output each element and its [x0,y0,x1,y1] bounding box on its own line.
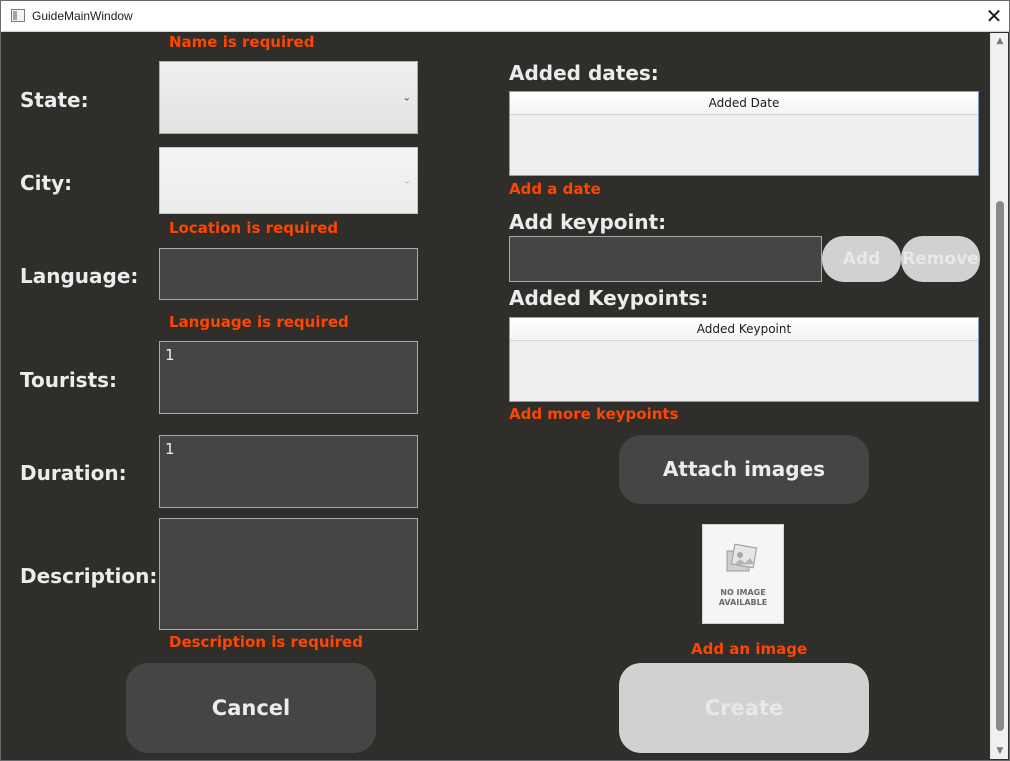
window-icon [11,9,25,22]
guide-main-window: GuideMainWindow ✕ Name is required State… [0,0,1010,761]
location-required-error: Location is required [169,219,339,237]
language-required-error: Language is required [169,313,349,331]
cancel-button[interactable]: Cancel [126,663,376,753]
added-keypoint-column-header[interactable]: Added Keypoint [510,318,978,341]
duration-label: Duration: [20,461,127,485]
image-preview: NO IMAGE AVAILABLE [702,524,784,624]
chevron-down-icon: ⌄ [402,92,411,103]
language-input[interactable] [159,248,418,300]
no-image-text: NO IMAGE AVAILABLE [703,588,783,608]
state-combobox[interactable]: ⌄ [159,61,418,134]
title-bar[interactable]: GuideMainWindow ✕ [1,1,1009,32]
added-dates-title: Added dates: [509,61,659,85]
close-icon[interactable]: ✕ [979,1,1009,31]
description-input[interactable] [159,518,418,630]
added-date-column-header[interactable]: Added Date [510,92,978,115]
no-image-text-line2: AVAILABLE [718,598,768,607]
add-date-error: Add a date [509,180,601,198]
description-required-error: Description is required [169,633,363,651]
added-dates-grid[interactable]: Added Date [509,91,979,176]
add-keypoint-button[interactable]: Add [822,236,901,282]
tourists-label: Tourists: [20,368,118,392]
description-label: Description: [20,564,158,588]
added-keypoints-grid[interactable]: Added Keypoint [509,317,979,402]
attach-images-button[interactable]: Attach images [619,435,869,504]
remove-keypoint-button[interactable]: Remove [901,236,980,282]
no-image-icon [726,543,758,572]
name-required-error: Name is required [169,33,315,51]
added-keypoints-title: Added Keypoints: [509,286,709,310]
city-label: City: [20,171,73,195]
add-keypoint-title: Add keypoint: [509,210,667,234]
language-label: Language: [20,264,139,288]
duration-input[interactable]: 1 [159,435,418,508]
no-image-text-line1: NO IMAGE [720,588,766,597]
tourists-input[interactable]: 1 [159,341,418,414]
add-keypoints-error: Add more keypoints [509,405,679,423]
chevron-down-icon: ⌄ [402,175,411,186]
scroll-up-icon[interactable]: ▲ [991,33,1009,49]
state-label: State: [20,88,89,112]
form-content: Name is required State: ⌄ City: ⌄ Locati… [4,33,989,759]
window-title: GuideMainWindow [32,9,133,23]
add-image-error: Add an image [691,640,808,658]
vertical-scrollbar[interactable]: ▲ ▼ [990,33,1008,759]
create-button[interactable]: Create [619,663,869,753]
scroll-down-icon[interactable]: ▼ [991,743,1009,759]
keypoint-input[interactable] [509,236,822,282]
scrollbar-thumb[interactable] [996,201,1004,731]
city-combobox[interactable]: ⌄ [159,147,418,214]
